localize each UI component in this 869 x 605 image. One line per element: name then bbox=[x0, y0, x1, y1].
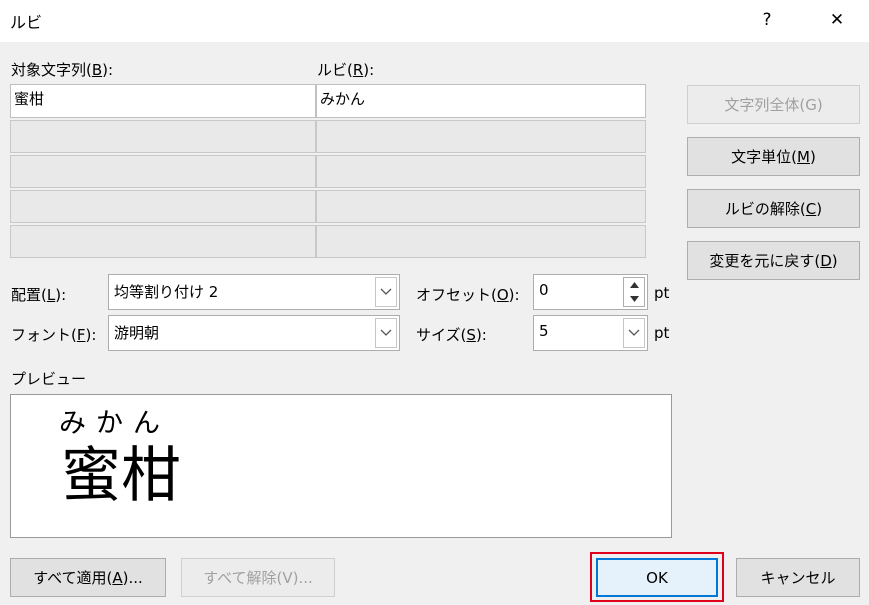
whole-string-button[interactable]: 文字列全体(G) bbox=[687, 85, 860, 124]
alignment-label: 配置(L): bbox=[11, 284, 66, 305]
dialog-title: ルビ bbox=[10, 13, 43, 32]
ruby-text-field[interactable]: みかん bbox=[316, 84, 646, 118]
label-part: ルビの解除( bbox=[724, 200, 806, 218]
font-label: フォント(F): bbox=[11, 324, 96, 345]
chevron-down-icon[interactable] bbox=[624, 292, 644, 306]
offset-label: オフセット(O): bbox=[416, 284, 520, 305]
access-key: G bbox=[805, 95, 817, 114]
access-key: M bbox=[797, 147, 810, 166]
per-character-button[interactable]: 文字単位(M) bbox=[687, 137, 860, 176]
label-part: ): bbox=[55, 286, 67, 304]
size-select[interactable]: 5 bbox=[533, 315, 648, 351]
label-part: オフセット( bbox=[416, 286, 497, 304]
target-text-label: 対象文字列(B): bbox=[11, 59, 113, 80]
cancel-button[interactable]: キャンセル bbox=[736, 558, 860, 597]
label-part: ): bbox=[363, 61, 375, 79]
ruby-text-field[interactable] bbox=[316, 120, 646, 153]
alignment-value: 均等割り付け 2 bbox=[114, 283, 219, 301]
label-part: 配置( bbox=[11, 286, 47, 304]
access-key: S bbox=[466, 326, 476, 344]
target-text-field[interactable] bbox=[10, 155, 316, 188]
apply-all-button[interactable]: すべて適用(A)... bbox=[10, 558, 166, 597]
label-part: ): bbox=[508, 286, 520, 304]
help-icon: ? bbox=[762, 10, 772, 30]
chevron-down-icon[interactable] bbox=[375, 277, 397, 307]
label-part: )... bbox=[122, 568, 143, 587]
preview-base-text: 蜜柑 bbox=[61, 441, 181, 511]
label-part: すべて適用( bbox=[33, 569, 113, 587]
size-value: 5 bbox=[539, 322, 549, 340]
size-label: サイズ(S): bbox=[416, 324, 487, 345]
chevron-down-icon[interactable] bbox=[375, 318, 397, 348]
label-part: ): bbox=[475, 326, 487, 344]
offset-spinner bbox=[623, 277, 645, 307]
help-button[interactable]: ? bbox=[745, 4, 789, 36]
font-select[interactable]: 游明朝 bbox=[108, 315, 400, 351]
ruby-text-label: ルビ(R): bbox=[317, 59, 374, 80]
access-key: F bbox=[76, 326, 86, 344]
label-part: ルビ( bbox=[317, 61, 353, 79]
label-part: フォント( bbox=[11, 326, 77, 344]
ok-button[interactable]: OK bbox=[596, 558, 718, 597]
ruby-text-field[interactable] bbox=[316, 190, 646, 223]
preview-label: プレビュー bbox=[11, 370, 87, 388]
access-key: C bbox=[805, 199, 817, 218]
alignment-select[interactable]: 均等割り付け 2 bbox=[108, 274, 400, 310]
title-bar bbox=[0, 0, 869, 42]
offset-value: 0 bbox=[539, 281, 549, 299]
access-key: L bbox=[46, 286, 56, 304]
ruby-text-field[interactable] bbox=[316, 225, 646, 258]
label-part: 文字列全体( bbox=[724, 96, 806, 114]
target-text-field[interactable]: 蜜柑 bbox=[10, 84, 316, 118]
remove-all-button[interactable]: すべて解除(V)... bbox=[181, 558, 335, 597]
target-text-field[interactable] bbox=[10, 225, 316, 258]
remove-ruby-button[interactable]: ルビの解除(C) bbox=[687, 189, 860, 228]
access-key: A bbox=[112, 568, 123, 587]
size-unit: pt bbox=[654, 324, 670, 342]
offset-unit: pt bbox=[654, 284, 670, 302]
access-key: B bbox=[91, 61, 103, 79]
ruby-text-field[interactable] bbox=[316, 155, 646, 188]
label-part: ): bbox=[85, 326, 97, 344]
font-value: 游明朝 bbox=[114, 324, 160, 342]
chevron-up-icon[interactable] bbox=[624, 278, 644, 292]
ruby-text-value: みかん bbox=[320, 90, 366, 108]
revert-changes-button[interactable]: 変更を元に戻す(D) bbox=[687, 241, 860, 280]
label-part: 対象文字列( bbox=[11, 61, 92, 79]
access-key: O bbox=[496, 286, 509, 304]
label-part: 変更を元に戻す( bbox=[709, 252, 821, 270]
target-text-field[interactable] bbox=[10, 120, 316, 153]
preview-pane: みかん 蜜柑 bbox=[10, 394, 672, 538]
chevron-down-icon[interactable] bbox=[623, 318, 645, 348]
target-text-field[interactable] bbox=[10, 190, 316, 223]
access-key: D bbox=[820, 251, 832, 270]
label-part: ) bbox=[816, 199, 823, 218]
access-key: R bbox=[352, 61, 364, 79]
target-text-value: 蜜柑 bbox=[14, 90, 45, 108]
label-part: ) bbox=[831, 251, 838, 270]
offset-stepper[interactable]: 0 bbox=[533, 274, 648, 310]
label-part: ) bbox=[816, 95, 823, 114]
label-part: サイズ( bbox=[416, 326, 467, 344]
label-part: ): bbox=[102, 61, 114, 79]
close-button[interactable]: ✕ bbox=[815, 4, 859, 36]
label-part: ) bbox=[809, 147, 816, 166]
label-part: 文字単位( bbox=[731, 148, 798, 166]
close-icon: ✕ bbox=[829, 10, 845, 30]
